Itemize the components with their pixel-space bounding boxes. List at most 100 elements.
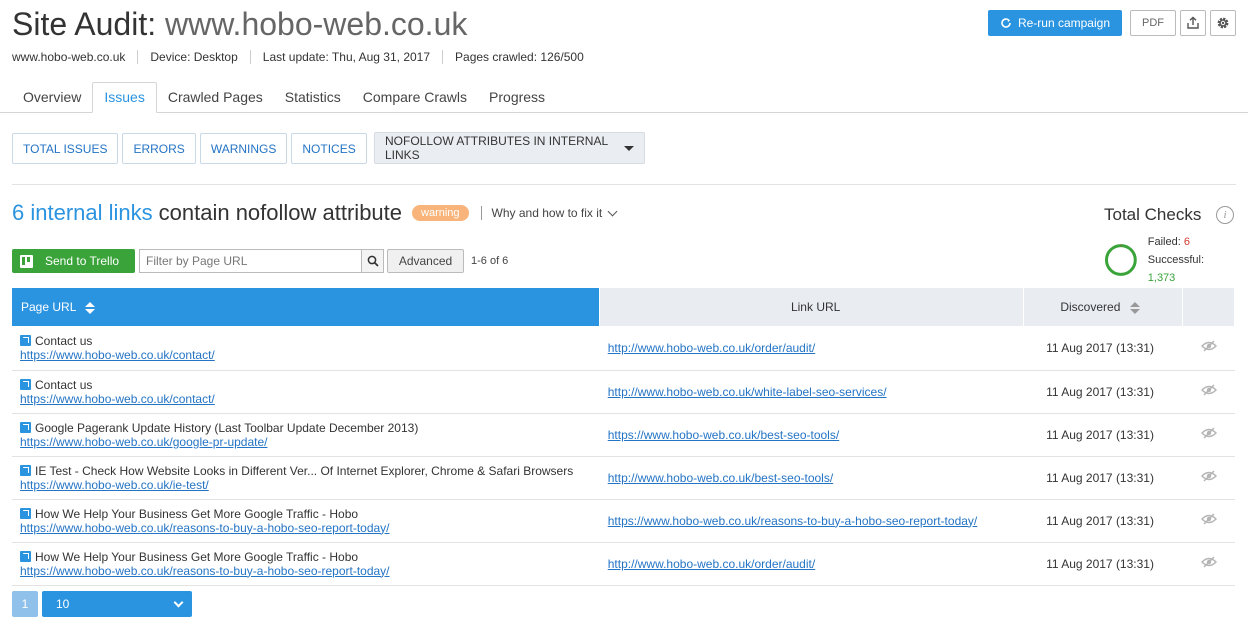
- page-title-line: Google Pagerank Update History (Last Too…: [20, 421, 600, 435]
- external-link-icon[interactable]: [20, 422, 31, 433]
- pdf-export-button[interactable]: PDF: [1130, 10, 1176, 36]
- page-title-line: Contact us: [20, 334, 600, 348]
- total-checks-panel: Total Checks i Failed: 6 Successful: 1,3…: [1104, 205, 1234, 287]
- advanced-filter-button[interactable]: Advanced: [387, 249, 464, 273]
- rerun-campaign-button[interactable]: Re-run campaign: [987, 10, 1122, 36]
- failed-label: Failed:: [1147, 236, 1184, 248]
- issue-headline: 6 internal links contain nofollow attrib…: [12, 200, 618, 226]
- issue-description: contain nofollow attribute: [158, 200, 403, 225]
- share-button[interactable]: [1180, 10, 1206, 36]
- eye-slash-icon[interactable]: [1200, 470, 1217, 482]
- link-url-link[interactable]: http://www.hobo-web.co.uk/white-label-se…: [608, 385, 887, 399]
- page-title-line: IE Test - Check How Website Looks in Dif…: [20, 464, 600, 478]
- page-url-link[interactable]: https://www.hobo-web.co.uk/google-pr-upd…: [20, 435, 267, 449]
- link-url-link[interactable]: http://www.hobo-web.co.uk/order/audit/: [608, 341, 815, 355]
- table-row: Google Pagerank Update History (Last Too…: [12, 413, 1235, 457]
- cell-hide: [1182, 413, 1235, 457]
- eye-slash-icon[interactable]: [1200, 340, 1217, 352]
- table-toolbar: Send to Trello Advanced 1-6 of 6: [12, 249, 508, 273]
- chevron-down-icon: [607, 206, 618, 216]
- page-title-text: How We Help Your Business Get More Googl…: [35, 506, 359, 521]
- cell-page: How We Help Your Business Get More Googl…: [12, 499, 600, 543]
- cell-page: Contact us https://www.hobo-web.co.uk/con…: [12, 326, 600, 371]
- result-count: 1-6 of 6: [471, 255, 509, 267]
- external-link-icon[interactable]: [20, 465, 31, 476]
- cell-page: Contact us https://www.hobo-web.co.uk/con…: [12, 370, 600, 414]
- cell-discovered: 11 Aug 2017 (13:31): [1023, 370, 1183, 414]
- page-title-prefix: Site Audit:: [12, 6, 165, 42]
- page-url-link[interactable]: https://www.hobo-web.co.uk/ie-test/: [20, 478, 209, 492]
- page-title: Site Audit: www.hobo-web.co.uk: [12, 6, 467, 43]
- cell-page: Google Pagerank Update History (Last Too…: [12, 413, 600, 457]
- column-header-page-url[interactable]: Page URL: [12, 288, 601, 326]
- link-url-link[interactable]: http://www.hobo-web.co.uk/order/audit/: [608, 557, 815, 571]
- tab-progress[interactable]: Progress: [478, 82, 556, 112]
- cell-discovered: 11 Aug 2017 (13:31): [1023, 542, 1183, 586]
- total-checks-body: Failed: 6 Successful: 1,373: [1104, 233, 1234, 287]
- page-url-link[interactable]: https://www.hobo-web.co.uk/reasons-to-bu…: [20, 521, 390, 535]
- eye-slash-icon[interactable]: [1200, 384, 1217, 396]
- page-url-link[interactable]: https://www.hobo-web.co.uk/reasons-to-bu…: [20, 564, 390, 578]
- external-link-icon[interactable]: [20, 335, 31, 347]
- page-url-link[interactable]: https://www.hobo-web.co.uk/contact/: [20, 392, 215, 406]
- why-fix-toggle[interactable]: Why and how to fix it: [492, 206, 618, 220]
- meta-pages-crawled: Pages crawled: 126/500: [455, 50, 584, 64]
- tabs-divider: [0, 112, 1248, 113]
- failed-checks: Failed: 6: [1148, 233, 1234, 251]
- eye-slash-icon[interactable]: [1200, 556, 1217, 568]
- failed-count[interactable]: 6: [1184, 236, 1190, 248]
- cell-link-url: http://www.hobo-web.co.uk/best-seo-tools…: [599, 456, 1024, 500]
- tab-overview[interactable]: Overview: [12, 82, 92, 112]
- tab-issues[interactable]: Issues: [92, 82, 157, 113]
- page-title-text: Contact us: [35, 377, 93, 392]
- issue-type-dropdown[interactable]: NOFOLLOW ATTRIBUTES IN INTERNAL LINKS: [374, 132, 645, 164]
- tab-crawled-pages[interactable]: Crawled Pages: [157, 82, 274, 112]
- cell-discovered: 11 Aug 2017 (13:31): [1023, 326, 1183, 371]
- meta-separator: [249, 50, 251, 64]
- column-header-discovered-label: Discovered: [1060, 300, 1121, 314]
- successful-count[interactable]: 1,373: [1148, 272, 1176, 284]
- meta-separator: [442, 50, 444, 64]
- eye-slash-icon[interactable]: [1200, 513, 1217, 525]
- cell-hide: [1182, 499, 1235, 543]
- warnings-button[interactable]: WARNINGS: [199, 133, 288, 164]
- cell-hide: [1182, 456, 1235, 500]
- rerun-campaign-label: Re-run campaign: [1017, 16, 1110, 30]
- successful-label: Successful:: [1147, 254, 1205, 266]
- page-url-link[interactable]: https://www.hobo-web.co.uk/contact/: [20, 348, 215, 362]
- info-icon[interactable]: i: [1216, 206, 1234, 224]
- page-title-text: How We Help Your Business Get More Googl…: [35, 549, 359, 564]
- filter-page-url-input[interactable]: [139, 249, 361, 273]
- main-tabs: Overview Issues Crawled Pages Statistics…: [12, 82, 1236, 113]
- page-title-line: How We Help Your Business Get More Googl…: [20, 507, 600, 521]
- sort-icon: [1129, 301, 1140, 314]
- page-button-current[interactable]: 1: [12, 591, 38, 617]
- per-page-dropdown[interactable]: 10: [42, 591, 192, 617]
- search-button[interactable]: [361, 249, 384, 273]
- total-issues-button[interactable]: TOTAL ISSUES: [12, 133, 119, 164]
- errors-button[interactable]: ERRORS: [122, 133, 196, 164]
- link-url-link[interactable]: http://www.hobo-web.co.uk/best-seo-tools…: [608, 471, 833, 485]
- meta-separator: [137, 50, 139, 64]
- link-url-link[interactable]: https://www.hobo-web.co.uk/best-seo-tool…: [608, 428, 839, 442]
- tab-compare-crawls[interactable]: Compare Crawls: [352, 82, 478, 112]
- settings-button[interactable]: [1210, 10, 1236, 36]
- checks-donut-chart: [1104, 244, 1137, 276]
- column-header-page-url-label: Page URL: [21, 300, 76, 314]
- link-url-link[interactable]: https://www.hobo-web.co.uk/reasons-to-bu…: [608, 514, 978, 528]
- issue-count-link[interactable]: 6 internal links: [12, 200, 153, 226]
- cell-hide: [1182, 542, 1235, 586]
- checks-stats: Failed: 6 Successful: 1,373: [1148, 233, 1234, 287]
- tab-statistics[interactable]: Statistics: [274, 82, 352, 112]
- page-title-line: How We Help Your Business Get More Googl…: [20, 550, 600, 564]
- eye-slash-icon[interactable]: [1200, 427, 1217, 439]
- external-link-icon[interactable]: [20, 551, 31, 562]
- column-header-discovered[interactable]: Discovered: [1023, 288, 1183, 326]
- sort-icon: [85, 301, 96, 314]
- external-link-icon[interactable]: [20, 379, 31, 390]
- external-link-icon[interactable]: [20, 508, 31, 519]
- notices-button[interactable]: NOTICES: [291, 133, 367, 164]
- cell-page: How We Help Your Business Get More Googl…: [12, 542, 600, 586]
- send-to-trello-button[interactable]: Send to Trello: [12, 249, 135, 273]
- total-checks-title: Total Checks: [1104, 205, 1202, 224]
